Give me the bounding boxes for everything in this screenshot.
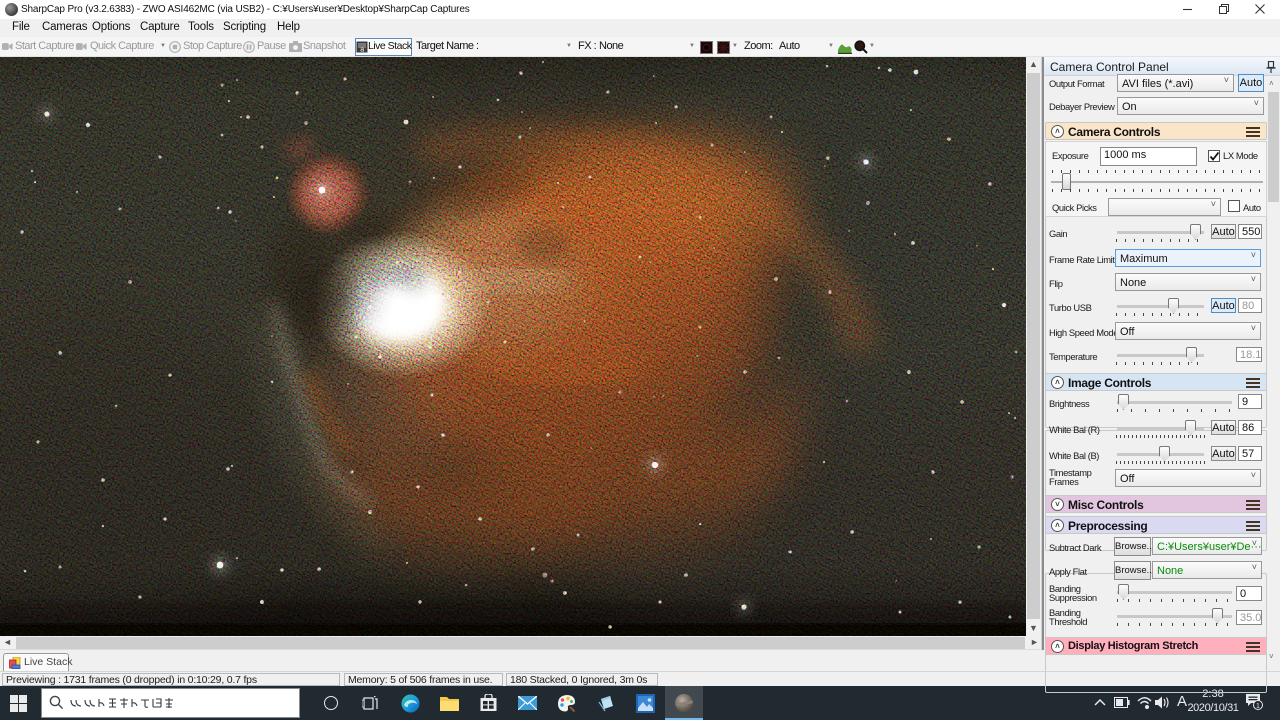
svg-text:1: 1	[1256, 703, 1260, 710]
svg-text:a: a	[360, 46, 364, 53]
